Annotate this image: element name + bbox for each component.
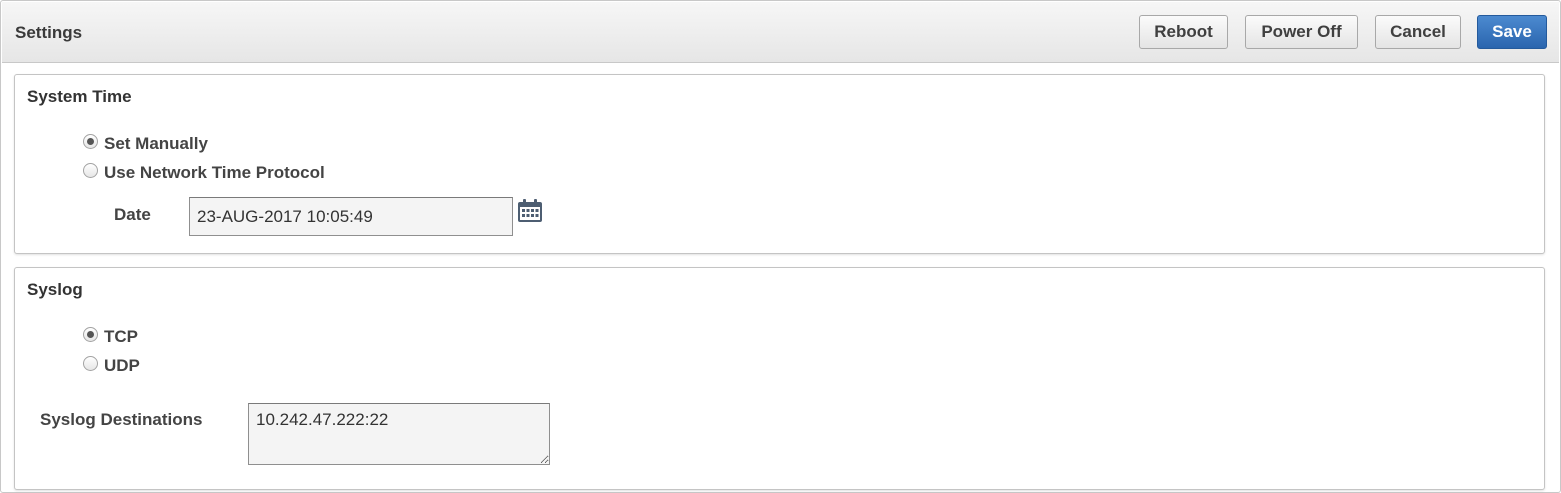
dialog-header: Settings Reboot Power Off Cancel Save [2,2,1559,63]
radio-label: TCP [104,327,138,346]
syslog-destinations-label: Syslog Destinations [40,410,203,429]
radio-tcp[interactable]: TCP [83,326,138,348]
radio-use-ntp[interactable]: Use Network Time Protocol [83,162,325,184]
syslog-panel: Syslog TCP UDP Syslog Destinations 10.24… [14,267,1545,490]
radio-udp[interactable]: UDP [83,355,140,377]
save-button[interactable]: Save [1477,15,1547,49]
radio-button[interactable] [83,355,98,371]
radio-button-checked[interactable] [83,326,98,342]
power-off-button[interactable]: Power Off [1245,15,1358,49]
system-time-title: System Time [27,87,132,106]
radio-label: Use Network Time Protocol [104,163,325,182]
radio-button-checked[interactable] [83,133,98,149]
radio-button[interactable] [83,162,98,178]
date-input[interactable] [189,197,513,236]
system-time-panel: System Time Set Manually Use Network Tim… [14,74,1545,254]
page-title: Settings [15,23,83,42]
radio-set-manually[interactable]: Set Manually [83,133,208,155]
cancel-button[interactable]: Cancel [1375,15,1461,49]
radio-label: Set Manually [104,134,208,153]
syslog-destinations-textarea[interactable]: 10.242.47.222:22 [248,403,550,465]
radio-label: UDP [104,356,140,375]
date-label: Date [114,205,151,224]
syslog-title: Syslog [27,280,83,299]
reboot-button[interactable]: Reboot [1139,15,1228,49]
calendar-icon[interactable] [517,199,543,228]
